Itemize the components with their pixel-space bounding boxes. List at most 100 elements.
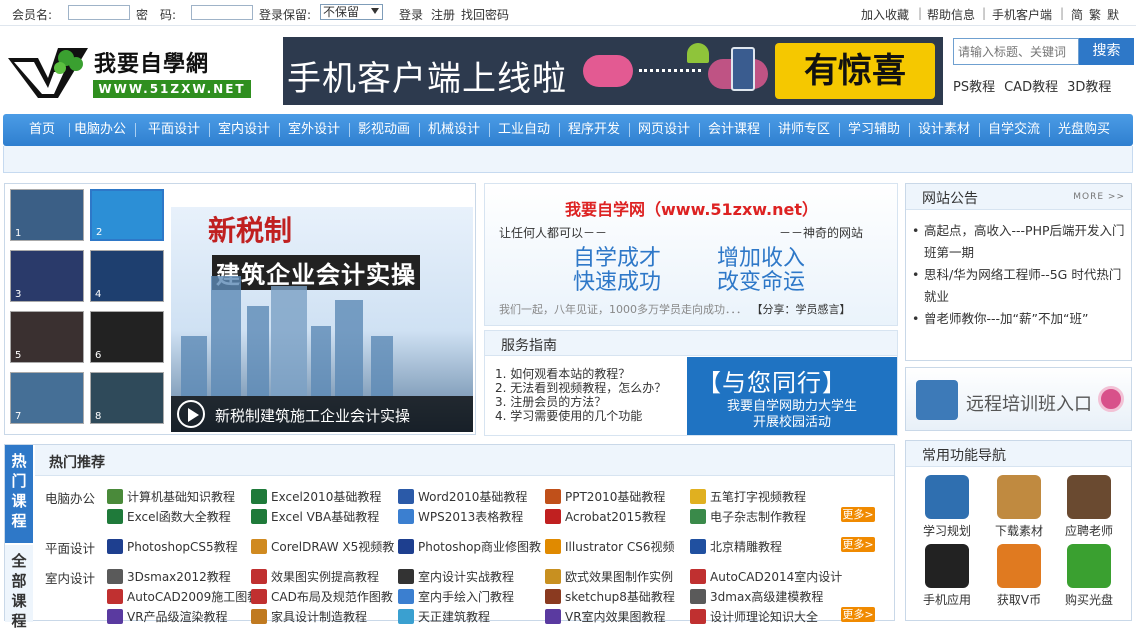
slider-thumbnail[interactable]: 2 [90,189,164,241]
notice-item[interactable]: 曾老师教你---加“薪”不加“班” [912,308,1126,330]
course-link[interactable]: VR室内效果图教程 [545,608,666,625]
course-link[interactable]: 室内设计实战教程 [398,568,514,585]
favorites-link[interactable]: 加入收藏 [861,6,909,23]
slider-thumbnail[interactable]: 6 [90,311,164,363]
course-link[interactable]: 家具设计制造教程 [251,608,367,625]
nav-item[interactable]: 工业自动 [488,114,560,146]
slider-thumbnail[interactable]: 4 [90,250,164,302]
login-link[interactable]: 登录 [399,6,423,23]
course-link[interactable]: Excel VBA基础教程 [251,508,379,525]
course-link[interactable]: 北京精雕教程 [690,538,782,555]
guide-item[interactable]: 3. 注册会员的方法？ [495,395,666,409]
password-input[interactable] [191,5,253,20]
remote-training-entry[interactable]: 远程培训班入口 [905,367,1132,431]
guide-item[interactable]: 4. 学习需要使用的几个功能 [495,409,666,423]
search-button[interactable]: 搜索 [1079,38,1134,65]
course-link[interactable]: AutoCAD2014室内设计 [690,568,842,585]
nav-item[interactable]: 首页 [16,114,68,146]
slider-thumbnail[interactable]: 7 [10,372,84,424]
tag-ps[interactable]: PS教程 [953,80,995,95]
nav-item[interactable]: 讲师专区 [768,114,840,146]
course-link[interactable]: Word2010基础教程 [398,488,527,505]
slider-thumbnail[interactable]: 1 [10,189,84,241]
member-input[interactable] [68,5,130,20]
find-password-link[interactable]: 找回密码 [461,6,509,23]
course-link[interactable]: Photoshop商业修图教 [398,538,541,555]
course-link[interactable]: 效果图实例提高教程 [251,568,379,585]
course-link[interactable]: 五笔打字视频教程 [690,488,806,505]
course-link[interactable]: Excel2010基础教程 [251,488,381,505]
nav-item[interactable]: 设计素材 [908,114,980,146]
mobile-client-banner[interactable]: 手机客户端上线啦 有惊喜 [283,37,943,105]
slider-main-image[interactable]: 新税制 建筑企业会计实操 新税制建筑施工企业会计实操 [171,207,473,432]
course-link[interactable]: CAD布局及规范作图教 [251,588,393,605]
nav-item[interactable]: 平面设计 [138,114,210,146]
guide-item[interactable]: 2. 无法看到视频教程，怎么办？ [495,381,666,395]
nav-item[interactable]: 学习辅助 [838,114,910,146]
help-link[interactable]: 帮助信息 [927,6,975,23]
more-button[interactable]: 更多> [841,607,875,622]
slider-thumbnail[interactable]: 3 [10,250,84,302]
tab-all-courses[interactable]: 全部课程 [5,545,33,630]
slider-thumbnail[interactable]: 5 [10,311,84,363]
function-item[interactable]: 获取V币 [984,544,1054,608]
course-icon [107,509,123,524]
nav-item[interactable]: 光盘购买 [1048,114,1120,146]
nav-item[interactable]: 自学交流 [978,114,1050,146]
play-icon[interactable] [177,400,205,428]
function-item[interactable]: 购买光盘 [1054,544,1124,608]
course-link[interactable]: PPT2010基础教程 [545,488,665,505]
nav-item[interactable]: 室内设计 [208,114,280,146]
more-button[interactable]: 更多> [841,537,875,552]
site-logo[interactable]: 我要自學網 WWW.51ZXW.NET [4,38,251,102]
function-item[interactable]: 应聘老师 [1054,475,1124,539]
register-link[interactable]: 注册 [431,6,455,23]
course-link[interactable]: VR产品级渲染教程 [107,608,228,625]
tag-3d[interactable]: 3D教程 [1067,80,1111,95]
nav-item[interactable]: 电脑办公 [64,114,136,146]
course-link[interactable]: 3dmax高级建模教程 [690,588,823,605]
more-button[interactable]: 更多> [841,507,875,522]
slider-thumbnail[interactable]: 8 [90,372,164,424]
nav-item[interactable]: 机械设计 [418,114,490,146]
function-item[interactable]: 学习规划 [912,475,982,539]
tag-cad[interactable]: CAD教程 [1004,80,1058,95]
mobile-client-link[interactable]: 手机客户端 [992,6,1052,23]
tab-hot-courses[interactable]: 热门课程 [5,445,33,543]
guide-item[interactable]: 1. 如何观看本站的教程？ [495,367,666,381]
campus-activity-banner[interactable]: 【与您同行】 我要自学网助力大学生 开展校园活动 [687,357,897,435]
course-link[interactable]: 欧式效果图制作实例 [545,568,673,585]
more-link[interactable]: MORE >> [1073,192,1125,202]
notice-item[interactable]: 高起点，高收入---PHP后端开发入门班第一期 [912,220,1126,264]
nav-item[interactable]: 程序开发 [558,114,630,146]
keep-select[interactable]: 不保留 [320,4,383,20]
nav-item[interactable]: 网页设计 [628,114,700,146]
course-link[interactable]: 设计师理论知识大全 [690,608,818,625]
traditional-link[interactable]: 繁 [1089,6,1101,23]
notice-item[interactable]: 思科/华为网络工程师--5G 时代热门就业 [912,264,1126,308]
course-link[interactable]: Excel函数大全教程 [107,508,231,525]
function-item[interactable]: 下载素材 [984,475,1054,539]
course-title: 效果图实例提高教程 [271,570,380,584]
search-input[interactable] [953,38,1079,65]
course-link[interactable]: 电子杂志制作教程 [690,508,806,525]
nav-item[interactable]: 会计课程 [698,114,770,146]
course-link[interactable]: CorelDRAW X5视频教 [251,538,394,555]
default-link[interactable]: 默 [1107,6,1119,23]
course-link[interactable]: Acrobat2015教程 [545,508,666,525]
course-link[interactable]: 计算机基础知识教程 [107,488,235,505]
course-link[interactable]: 3Dsmax2012教程 [107,568,231,585]
function-item[interactable]: 手机应用 [912,544,982,608]
course-link[interactable]: 天正建筑教程 [398,608,490,625]
course-link[interactable]: 室内手绘入门教程 [398,588,514,605]
course-link[interactable]: sketchup8基础教程 [545,588,675,605]
course-link[interactable]: PhotoshopCS5教程 [107,538,238,555]
share-link[interactable]: 【分享：学员感言】 [757,303,851,316]
course-link[interactable]: AutoCAD2009施工图教 [107,588,259,605]
simplified-link[interactable]: 简 [1071,6,1083,23]
nav-item[interactable]: 室外设计 [278,114,350,146]
course-link[interactable]: WPS2013表格教程 [398,508,523,525]
nav-item[interactable]: 影视动画 [348,114,420,146]
course-link[interactable]: Illustrator CS6视频 [545,538,674,555]
function-label: 应聘老师 [1064,524,1113,538]
